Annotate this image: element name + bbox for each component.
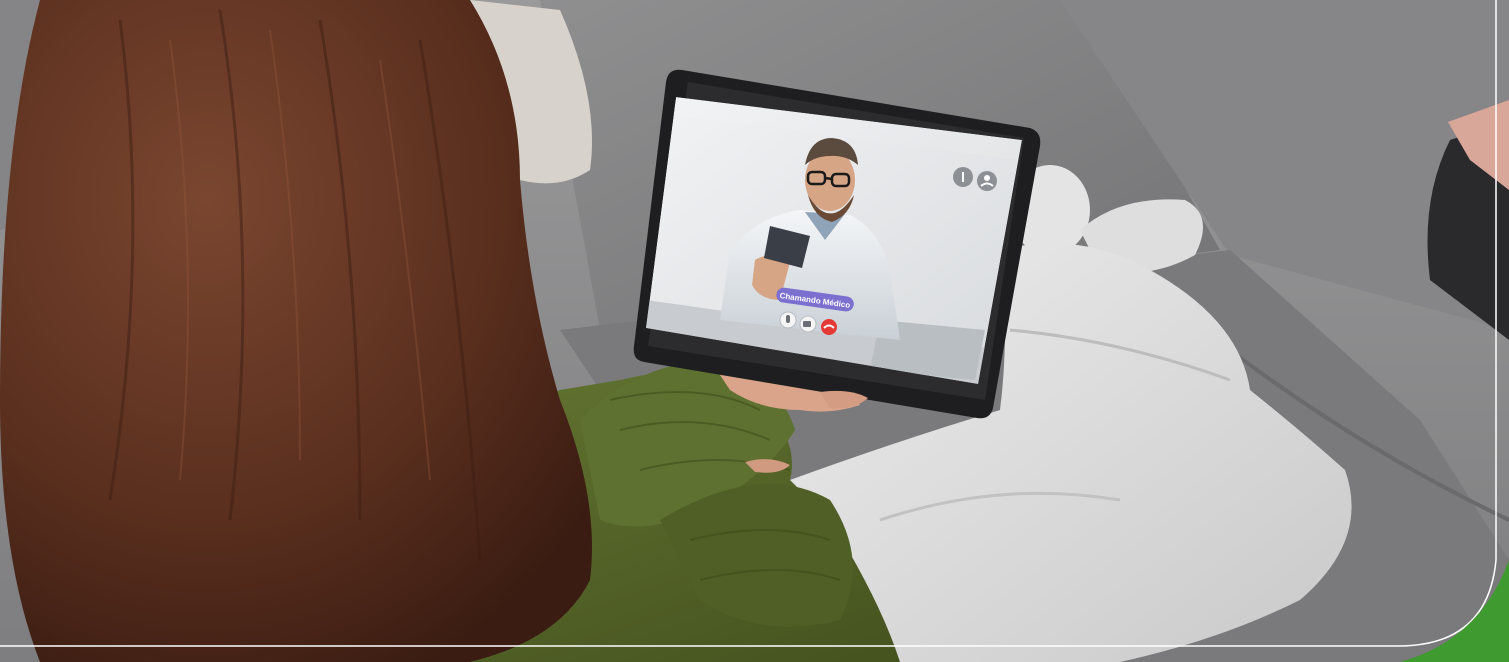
hair xyxy=(0,0,592,662)
info-button[interactable] xyxy=(953,167,973,187)
microphone-icon xyxy=(786,315,790,323)
tablet: Chamando Médico xyxy=(633,69,1041,419)
camera-button[interactable] xyxy=(799,315,817,333)
add-user-button[interactable] xyxy=(977,171,997,191)
photo-scene: Chamando Médico xyxy=(0,0,1509,662)
camera-icon xyxy=(803,321,811,327)
microphone-button[interactable] xyxy=(779,311,797,329)
end-call-button[interactable] xyxy=(821,319,837,335)
add-user-icon xyxy=(984,175,990,181)
